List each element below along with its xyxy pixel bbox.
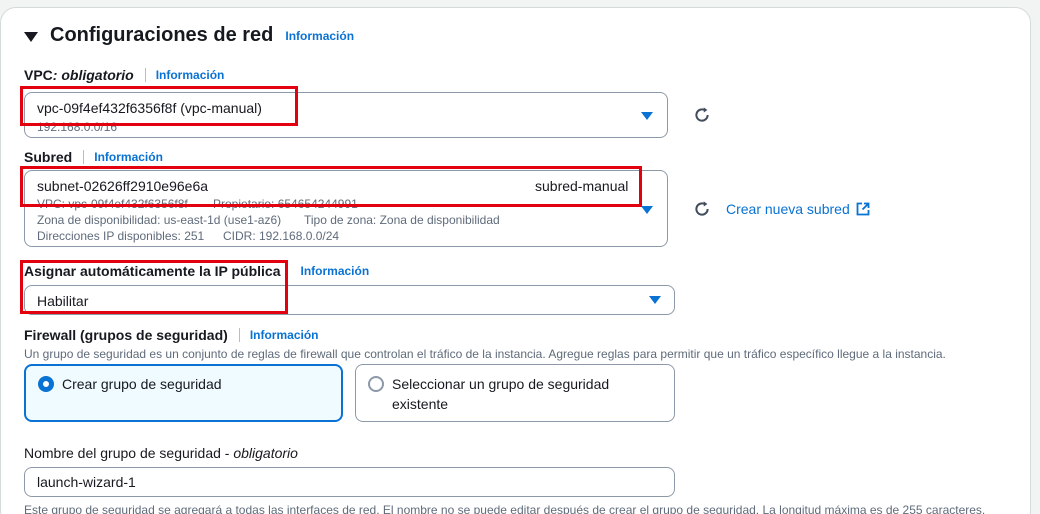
- public-ip-info-link[interactable]: Información: [300, 264, 369, 278]
- vpc-label: VPC : obligatorio Información: [24, 67, 225, 83]
- subnet-label: Subred Información: [24, 149, 163, 165]
- subnet-info-link[interactable]: Información: [94, 150, 163, 164]
- section-header: Configuraciones de red Información: [24, 24, 354, 47]
- subnet-id: subnet-02626ff2910e96e6a: [37, 178, 209, 194]
- chevron-down-icon: [641, 112, 653, 120]
- firewall-description: Un grupo de seguridad es un conjunto de …: [24, 347, 946, 361]
- caret-down-icon[interactable]: [24, 31, 38, 42]
- external-link-icon: [856, 202, 870, 216]
- vpc-value: vpc-09f4ef432f6356f8f (vpc-manual): [37, 100, 262, 116]
- chevron-down-icon: [649, 296, 661, 304]
- select-existing-sg-option[interactable]: Seleccionar un grupo de seguridad existe…: [355, 364, 675, 422]
- section-title: Configuraciones de red: [50, 24, 274, 46]
- create-sg-label: Crear grupo de seguridad: [62, 376, 222, 392]
- subnet-name: subred-manual: [535, 178, 629, 194]
- public-ip-label: Asignar automáticamente la IP pública In…: [24, 263, 370, 279]
- public-ip-value: Habilitar: [37, 293, 89, 309]
- sg-name-input[interactable]: launch-wizard-1: [24, 467, 675, 497]
- subnet-vpc: VPC: vpc-09f4ef432f6356f8f: [37, 197, 188, 211]
- refresh-icon[interactable]: [693, 200, 711, 218]
- sg-name-label: Nombre del grupo de seguridad - obligato…: [24, 445, 298, 461]
- network-settings-panel: [0, 7, 1031, 514]
- radio-selected-icon[interactable]: [38, 376, 54, 392]
- section-info-link[interactable]: Información: [285, 29, 354, 43]
- public-ip-select[interactable]: Habilitar: [24, 285, 675, 315]
- firewall-label: Firewall (grupos de seguridad) Informaci…: [24, 327, 319, 343]
- vpc-cidr: 192.168.0.0/16: [37, 120, 118, 134]
- radio-unselected-icon[interactable]: [368, 376, 384, 392]
- subnet-ips: Direcciones IP disponibles: 251: [37, 229, 205, 243]
- subnet-az: Zona de disponibilidad: us-east-1d (use1…: [37, 213, 282, 227]
- select-sg-label-line1: Seleccionar un grupo de seguridad: [392, 376, 610, 392]
- subnet-owner: Propietario: 654654244991: [213, 197, 358, 211]
- refresh-icon[interactable]: [693, 106, 711, 124]
- select-sg-label-line2: existente: [392, 396, 449, 412]
- chevron-down-icon: [641, 206, 653, 214]
- subnet-select[interactable]: subnet-02626ff2910e96e6a subred-manual V…: [24, 170, 668, 247]
- vpc-select[interactable]: vpc-09f4ef432f6356f8f (vpc-manual) 192.1…: [24, 92, 668, 138]
- subnet-zone-type: Tipo de zona: Zona de disponibilidad: [304, 213, 500, 227]
- create-subnet-link[interactable]: Crear nueva subred: [726, 201, 870, 217]
- subnet-cidr: CIDR: 192.168.0.0/24: [223, 229, 340, 243]
- firewall-info-link[interactable]: Información: [250, 328, 319, 342]
- create-sg-option[interactable]: Crear grupo de seguridad: [24, 364, 343, 422]
- vpc-info-link[interactable]: Información: [156, 68, 225, 82]
- sg-name-help: Este grupo de seguridad se agregará a to…: [24, 503, 986, 514]
